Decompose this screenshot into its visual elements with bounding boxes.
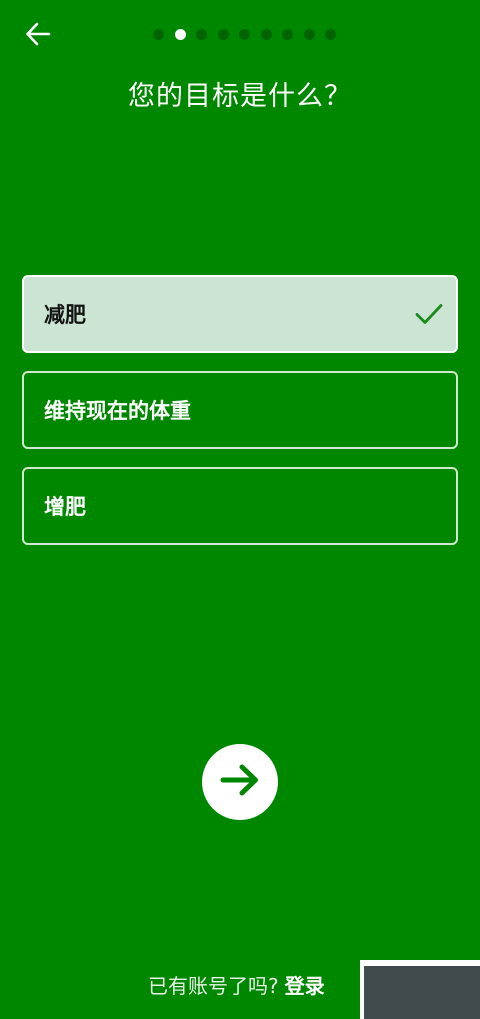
option-label: 增肥: [44, 495, 86, 519]
footer: 已有账号了吗? 登录: [148, 970, 325, 999]
goal-options: 减肥 维持现在的体重 增肥: [22, 275, 458, 563]
screenshot-thumbnail[interactable]: [360, 960, 480, 1019]
arrow-left-icon: [25, 21, 51, 51]
option-maintain-weight[interactable]: 维持现在的体重: [22, 371, 458, 449]
progress-dot: [153, 29, 164, 40]
back-button[interactable]: [22, 20, 54, 52]
progress-dot-active: [174, 29, 186, 40]
check-icon: [414, 299, 444, 329]
next-button[interactable]: [202, 744, 278, 820]
progress-dot: [239, 29, 250, 40]
option-label: 减肥: [44, 303, 86, 327]
page-title: 您的目标是什么？: [128, 81, 352, 112]
progress-dot: [196, 29, 207, 40]
progress-indicator: [153, 29, 336, 40]
progress-dot: [282, 29, 293, 40]
thumbnail-preview: [364, 966, 480, 1019]
progress-dot: [260, 29, 272, 40]
login-link[interactable]: 登录: [285, 970, 325, 999]
account-prompt: 已有账号了吗?: [148, 974, 279, 998]
option-gain-weight[interactable]: 增肥: [22, 467, 458, 545]
progress-dot: [217, 29, 229, 40]
progress-dot: [325, 29, 336, 40]
arrow-right-icon: [220, 763, 260, 801]
progress-dot: [303, 29, 315, 40]
option-label: 维持现在的体重: [44, 399, 191, 423]
option-lose-weight[interactable]: 减肥: [22, 275, 458, 353]
